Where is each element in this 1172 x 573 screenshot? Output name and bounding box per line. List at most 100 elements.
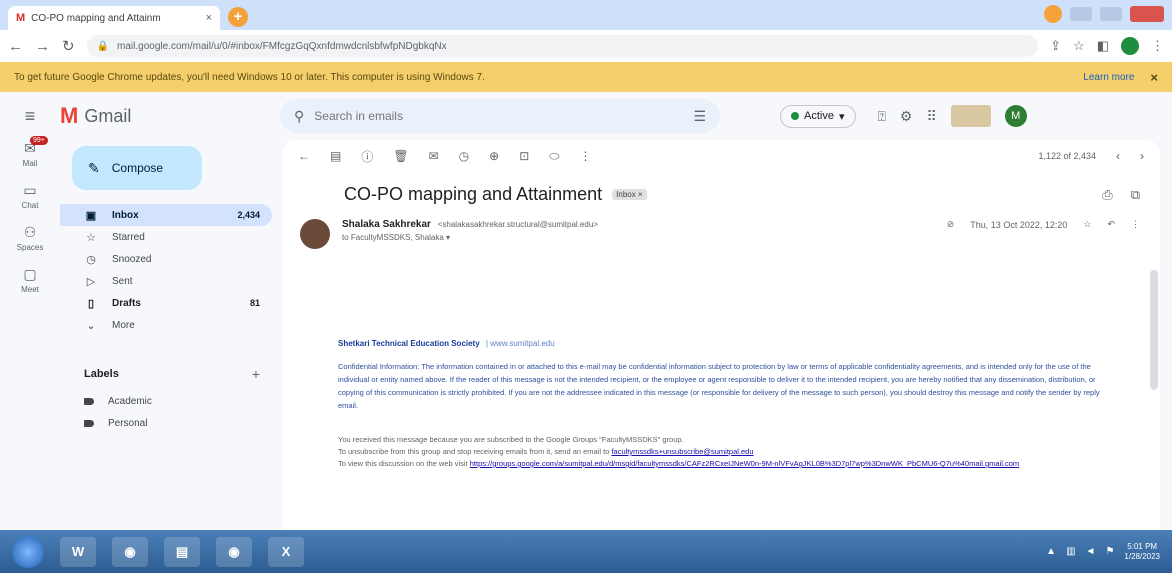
browser-tab[interactable]: M CO-PO mapping and Attainm × xyxy=(8,6,220,30)
sender-avatar[interactable] xyxy=(300,219,330,249)
system-clock[interactable]: 5:01 PM 1/28/2023 xyxy=(1124,542,1160,562)
more-options-icon[interactable]: ⋮ xyxy=(1131,219,1140,230)
draft-icon: ▯ xyxy=(87,297,95,310)
rail-mail[interactable]: ✉ 99+ Mail xyxy=(0,136,60,168)
tab-close-icon[interactable]: × xyxy=(206,12,212,24)
clock-time: 5:01 PM xyxy=(1127,541,1158,551)
lock-icon[interactable]: 🔒 xyxy=(97,41,109,52)
label-icon[interactable]: ⬭ xyxy=(549,149,559,164)
infobar-message: To get future Google Chrome updates, you… xyxy=(14,71,485,83)
reload-icon[interactable]: ↻ xyxy=(62,37,75,55)
message-toolbar: ← ▤ ⓘ 🗑 ✉ ◷ ⊕ ⊡ ⬭ ⋮ 1,122 of 2,434 ‹ › xyxy=(282,140,1160,172)
minimize-button[interactable] xyxy=(1070,7,1092,21)
mark-unread-icon[interactable]: ✉ xyxy=(429,149,439,163)
snooze-icon[interactable]: ◷ xyxy=(459,149,469,163)
rail-spaces[interactable]: ⚇ Spaces xyxy=(0,224,60,252)
chrome-profile-icon[interactable] xyxy=(1044,5,1062,23)
account-avatar[interactable]: M xyxy=(1004,105,1027,127)
window-close-button[interactable] xyxy=(1130,6,1164,22)
sidebar-item-starred[interactable]: ☆ Starred xyxy=(60,226,272,248)
label-academic[interactable]: Academic xyxy=(60,390,280,412)
search-bar[interactable]: ⚲ ☰ xyxy=(280,99,720,133)
search-options-icon[interactable]: ☰ xyxy=(693,108,706,125)
message-pane: ← ▤ ⓘ 🗑 ✉ ◷ ⊕ ⊡ ⬭ ⋮ 1,122 of 2,434 ‹ › C… xyxy=(282,140,1160,530)
volume-icon[interactable]: ◄ xyxy=(1086,546,1096,557)
move-to-icon[interactable]: ⊡ xyxy=(519,149,529,163)
compose-button[interactable]: ✎ Compose xyxy=(72,146,202,190)
excel-taskbar-icon[interactable]: X xyxy=(268,536,304,567)
rail-meet[interactable]: ▢ Meet xyxy=(0,266,60,294)
label-tag-icon xyxy=(84,397,94,405)
main-menu-icon[interactable]: ≡ xyxy=(0,106,60,127)
sidebar-item-more[interactable]: ⌄ More xyxy=(60,314,272,336)
sidebar-item-label: Inbox xyxy=(112,209,139,221)
print-icon[interactable]: ⎙ xyxy=(1102,187,1112,203)
network-icon[interactable]: ▥ xyxy=(1066,546,1075,557)
profile-avatar[interactable] xyxy=(1121,37,1139,55)
chrome-menu-icon[interactable]: ⋮ xyxy=(1151,38,1164,54)
rail-chat-label: Chat xyxy=(21,201,39,210)
delete-icon[interactable]: 🗑 xyxy=(393,149,408,163)
gmail-logo[interactable]: M Gmail xyxy=(60,103,280,129)
start-button[interactable] xyxy=(12,535,44,568)
address-bar[interactable]: 🔒 mail.google.com/mail/u/0/#inbox/FMfcgz… xyxy=(86,35,1039,57)
message-scrollbar[interactable] xyxy=(1150,270,1158,390)
new-tab-button[interactable]: + xyxy=(228,7,248,27)
word-taskbar-icon[interactable]: W xyxy=(60,536,96,567)
newer-message-icon[interactable]: ‹ xyxy=(1116,149,1120,163)
apps-grid-icon[interactable]: ⠿ xyxy=(926,108,936,125)
org-name: Shetkari Technical Education Society xyxy=(338,339,480,348)
message-body: Shetkari Technical Education Society | w… xyxy=(282,249,1160,470)
infobar-close-icon[interactable]: × xyxy=(1150,70,1158,85)
reply-icon[interactable]: ↶ xyxy=(1107,219,1115,230)
sidebar-item-snoozed[interactable]: ◷ Snoozed xyxy=(60,248,272,270)
chrome-taskbar-icon[interactable]: ◉ xyxy=(112,536,148,567)
active-status-dot-icon xyxy=(791,112,799,120)
add-label-icon[interactable]: + xyxy=(252,366,260,382)
rail-chat[interactable]: ▭ Chat xyxy=(0,182,60,210)
sender-name[interactable]: Shalaka Sakhrekar xyxy=(342,219,431,230)
back-icon[interactable]: ← xyxy=(8,38,23,55)
settings-gear-icon[interactable]: ⚙ xyxy=(900,108,913,125)
subject-actions: ⎙ ⧉ xyxy=(1102,187,1140,203)
sidebar-item-drafts[interactable]: ▯ Drafts 81 xyxy=(60,292,272,314)
browser-tab-strip: M CO-PO mapping and Attainm × + xyxy=(0,0,1172,30)
search-icon[interactable]: ⚲ xyxy=(294,108,304,125)
maximize-button[interactable] xyxy=(1100,7,1122,21)
sidepanel-icon[interactable]: ◧ xyxy=(1097,38,1109,54)
unsubscribe-link[interactable]: facultymssdks+unsubscribe@sumitpal.edu xyxy=(611,447,753,456)
inbox-label-chip[interactable]: Inbox × xyxy=(612,189,647,200)
file-explorer-taskbar-icon[interactable]: ▤ xyxy=(164,536,200,567)
learn-more-link[interactable]: Learn more xyxy=(1083,72,1134,83)
report-spam-icon[interactable]: ⓘ xyxy=(361,148,373,165)
bookmark-star-icon[interactable]: ☆ xyxy=(1073,38,1085,54)
archive-icon[interactable]: ▤ xyxy=(330,149,341,163)
star-icon[interactable]: ☆ xyxy=(1083,219,1091,230)
chevron-down-icon: ⌄ xyxy=(86,319,96,332)
share-icon[interactable]: ⇪ xyxy=(1050,38,1061,54)
more-options-icon[interactable]: ⋮ xyxy=(580,149,592,163)
pencil-icon: ✎ xyxy=(88,159,100,176)
attachment-icon: ⊘ xyxy=(946,219,955,229)
organization-logo[interactable] xyxy=(950,105,991,127)
back-arrow-icon[interactable]: ← xyxy=(298,149,310,163)
org-website-link[interactable]: | www.sumitpal.edu xyxy=(486,339,555,348)
chrome-active-taskbar-icon[interactable]: ◉ xyxy=(216,536,252,567)
sidebar-item-label: Starred xyxy=(112,231,145,243)
sidebar-item-sent[interactable]: ▷ Sent xyxy=(60,270,272,292)
sidebar-item-inbox[interactable]: ▣ Inbox 2,434 xyxy=(60,204,272,226)
tray-arrow-icon[interactable]: ▲ xyxy=(1046,546,1056,557)
recipients-line[interactable]: to FacultyMSSDKS, Shalaka ▾ xyxy=(342,233,935,242)
support-icon[interactable]: ⍰ xyxy=(878,108,886,125)
older-message-icon[interactable]: › xyxy=(1140,149,1144,163)
discussion-link[interactable]: https://groups.google.com/a/sumitpal.edu… xyxy=(470,459,1019,468)
status-selector[interactable]: Active ▾ xyxy=(780,104,856,128)
flag-icon[interactable]: ⚑ xyxy=(1105,546,1114,557)
forward-icon[interactable]: → xyxy=(35,38,50,55)
label-personal[interactable]: Personal xyxy=(60,412,280,434)
footer-web-text: To view this discussion on the web visit xyxy=(338,459,470,468)
status-label: Active xyxy=(804,110,834,122)
search-input[interactable] xyxy=(314,109,615,123)
add-task-icon[interactable]: ⊕ xyxy=(489,149,499,163)
open-new-window-icon[interactable]: ⧉ xyxy=(1131,187,1140,203)
